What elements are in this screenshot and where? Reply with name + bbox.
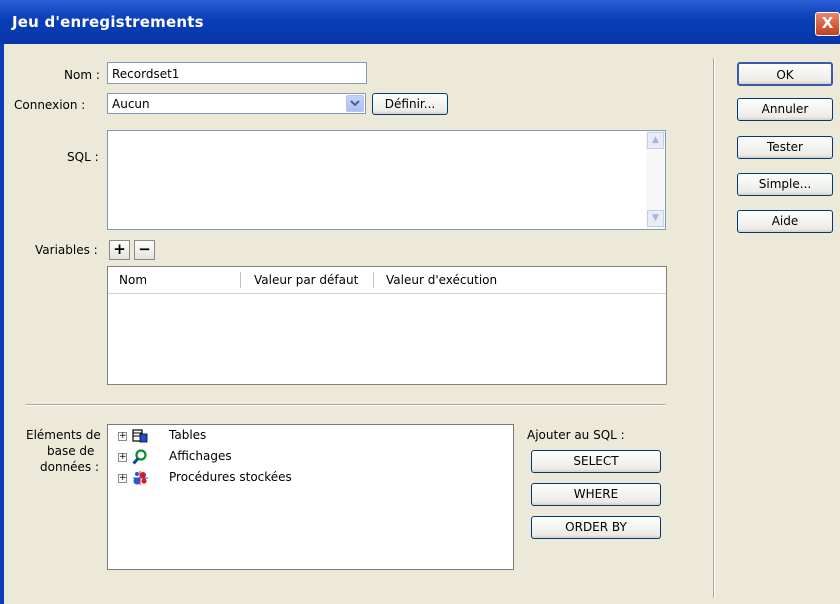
connexion-select[interactable]: Aucun [107,93,366,114]
db-elements-label-line3: données : [40,460,100,474]
close-button[interactable]: X [815,12,840,36]
db-elements-label-line2: base de [47,444,95,458]
db-elements-tree[interactable]: + Tables + Affichages + Procédures stock… [107,424,514,570]
sql-label: SQL : [67,150,99,164]
annuler-button[interactable]: Annuler [737,98,833,121]
add-variable-button[interactable]: + [109,240,130,260]
select-button[interactable]: SELECT [531,450,661,473]
title-bar: Jeu d'enregistrements X [0,0,840,44]
table-icon [132,429,148,443]
definir-button[interactable]: Définir... [372,93,448,115]
nom-input[interactable]: Recordset1 [107,62,367,84]
connexion-selected-value: Aucun [112,97,150,111]
column-divider[interactable] [240,272,241,288]
expand-icon[interactable]: + [118,453,127,462]
simple-button[interactable]: Simple... [737,173,833,196]
nom-input-value: Recordset1 [112,67,180,81]
scroll-down-button[interactable]: ▼ [647,210,664,227]
tree-item-procedures-stockees[interactable]: + Procédures stockées [108,469,513,487]
db-elements-label-line1: Eléments de [26,428,101,442]
vertical-divider [713,58,715,598]
ok-button[interactable]: OK [737,62,833,86]
expand-icon[interactable]: + [118,432,127,441]
stored-procedure-icon [133,471,148,485]
where-button[interactable]: WHERE [531,483,661,506]
sql-scrollbar[interactable]: ▲ ▼ [646,131,665,229]
tester-button[interactable]: Tester [737,136,833,159]
tree-item-label: Affichages [169,449,232,463]
view-icon [132,449,147,465]
plus-icon: + [113,240,126,258]
connexion-dropdown-button[interactable] [346,95,364,112]
expand-icon[interactable]: + [118,474,127,483]
scroll-up-button[interactable]: ▲ [647,132,664,149]
chevron-down-icon [350,100,360,107]
column-divider[interactable] [373,272,374,288]
nom-label: Nom : [64,68,100,82]
order-by-button[interactable]: ORDER BY [531,516,661,539]
sql-textarea[interactable]: ▲ ▼ [107,130,666,230]
arrow-down-icon: ▼ [652,213,659,223]
column-header-valeur-execution[interactable]: Valeur d'exécution [386,273,497,287]
tree-item-label: Procédures stockées [169,470,292,484]
add-to-sql-label: Ajouter au SQL : [527,428,625,442]
variables-table-header: Nom Valeur par défaut Valeur d'exécution [108,267,666,294]
arrow-up-icon: ▲ [652,135,659,145]
column-header-nom[interactable]: Nom [119,273,147,287]
tree-item-affichages[interactable]: + Affichages [108,448,513,466]
column-header-valeur-par-defaut[interactable]: Valeur par défaut [254,273,358,287]
tree-item-tables[interactable]: + Tables [108,427,513,445]
minus-icon: − [138,240,151,258]
remove-variable-button[interactable]: − [134,240,155,260]
window-title: Jeu d'enregistrements [12,13,204,31]
section-divider [26,404,666,406]
connexion-label: Connexion : [14,98,86,112]
tree-item-label: Tables [169,428,207,442]
aide-button[interactable]: Aide [737,210,833,233]
variables-label: Variables : [35,243,98,257]
variables-table[interactable]: Nom Valeur par défaut Valeur d'exécution [107,266,667,385]
window-left-border [0,44,4,604]
close-icon: X [821,14,834,32]
